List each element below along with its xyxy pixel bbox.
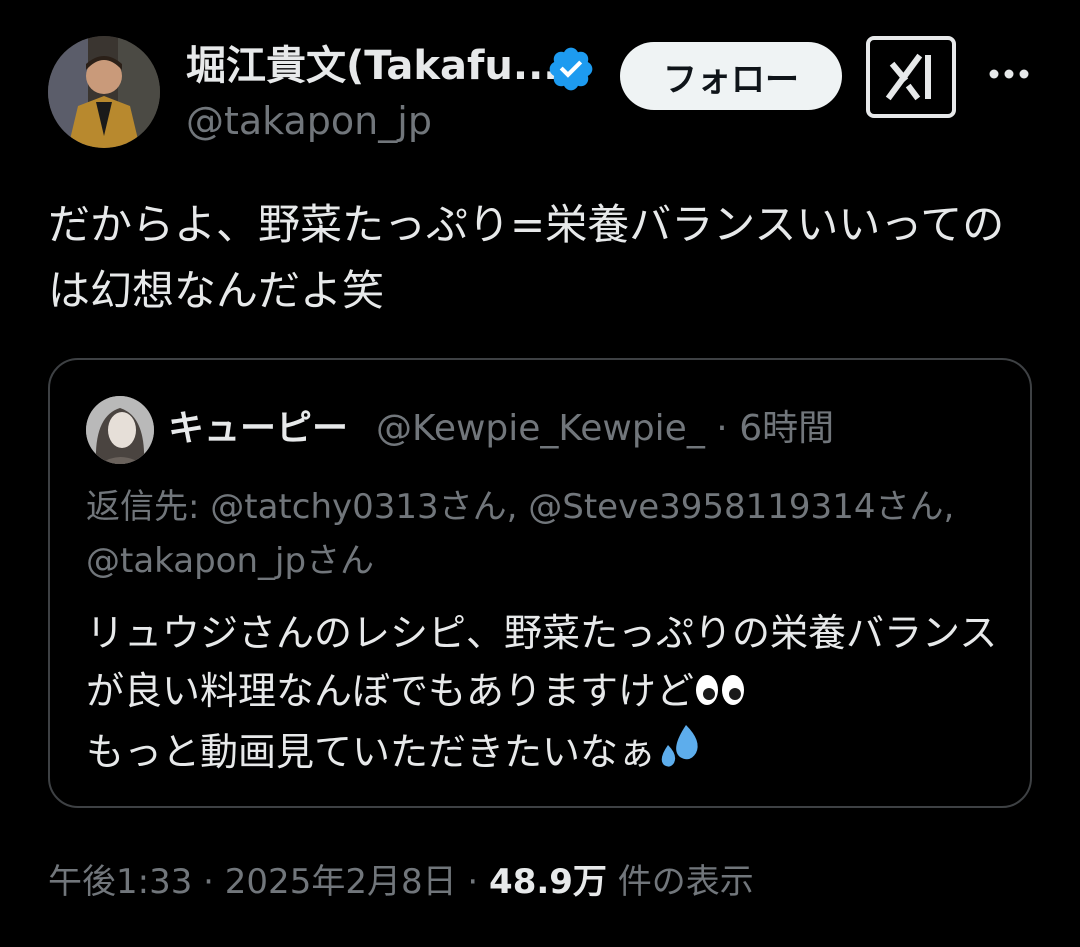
tweet-footer: 午後1:33 · 2025年2月8日 · 48.9万 件の表示 xyxy=(48,858,754,906)
footer-separator: · xyxy=(467,862,479,902)
more-horizontal-icon xyxy=(989,69,1029,79)
quoted-text-line1: リュウジさんのレシピ、野菜たっぷりの栄養バランスが良い料理なんぼでもありますけど xyxy=(86,611,998,713)
grok-icon xyxy=(885,53,931,101)
views-label: 件の表示 xyxy=(617,862,754,902)
eyes-emoji xyxy=(694,665,746,723)
quoted-handle[interactable]: @Kewpie_Kewpie_ xyxy=(376,408,705,449)
quoted-display-name[interactable]: キューピー xyxy=(168,404,348,454)
quoted-author-avatar[interactable] xyxy=(86,396,154,464)
quoted-text-line2: もっと動画見ていただきたいなぁ xyxy=(86,729,657,774)
sweat-droplets-emoji xyxy=(656,723,706,785)
tweet-text: だからよ、野菜たっぷり=栄養バランスいいってのは幻想なんだよ笑 xyxy=(48,200,1005,315)
quoted-time[interactable]: 6時間 xyxy=(739,408,834,449)
author-handle[interactable]: @takapon_jp xyxy=(186,96,432,146)
quoted-avatar-image xyxy=(86,396,154,464)
follow-button[interactable]: フォロー xyxy=(620,42,842,110)
verified-badge-icon xyxy=(546,44,596,94)
quoted-meta: @Kewpie_Kewpie_ · 6時間 xyxy=(376,404,834,454)
quoted-tweet-text: リュウジさんのレシピ、野菜たっぷりの栄養バランスが良い料理なんぼでもありますけど… xyxy=(86,604,1006,785)
meta-separator: · xyxy=(716,408,728,449)
views-count[interactable]: 48.9万 xyxy=(489,862,607,902)
author-avatar[interactable] xyxy=(48,36,160,148)
tweet-time[interactable]: 午後1:33 xyxy=(48,862,192,902)
grok-button[interactable] xyxy=(866,36,956,118)
more-button[interactable] xyxy=(984,54,1034,94)
footer-separator: · xyxy=(203,862,214,902)
tweet-date[interactable]: 2025年2月8日 xyxy=(225,862,457,902)
author-display-name[interactable]: 堀江貴文(Takafu... xyxy=(186,40,558,92)
avatar-image xyxy=(48,36,160,148)
reply-to-line: 返信先: @tatchy0313さん, @Steve3958119314さん, … xyxy=(86,487,955,581)
